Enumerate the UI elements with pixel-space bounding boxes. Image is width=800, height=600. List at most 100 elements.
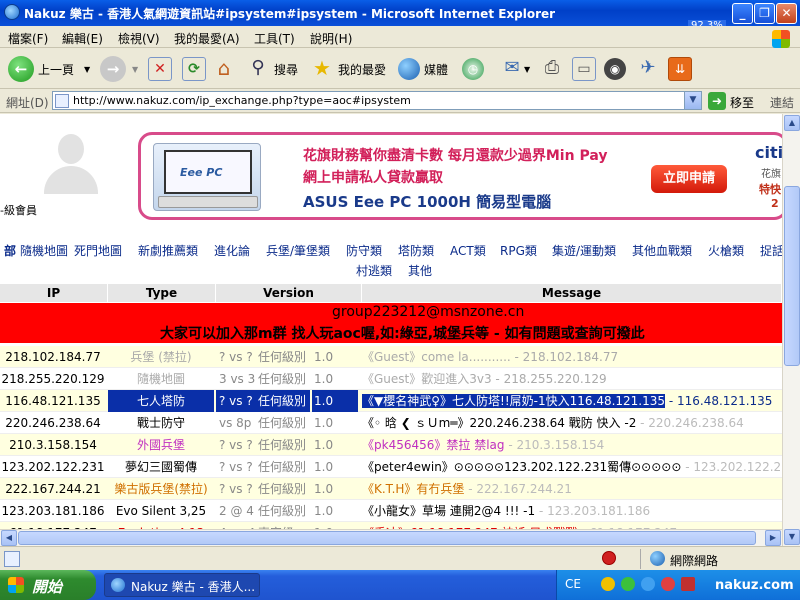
stop-button[interactable]: ✕	[148, 53, 172, 85]
address-input[interactable]: http://www.nakuz.com/ip_exchange.php?typ…	[52, 91, 702, 110]
menu-help[interactable]: 說明(H)	[310, 30, 352, 47]
scroll-up-icon[interactable]: ▲	[784, 115, 800, 131]
category-link[interactable]: 村逃類	[356, 262, 392, 279]
taskbar-window-button[interactable]: Nakuz 樂古 - 香港人...	[104, 573, 260, 597]
cell-message[interactable]: 《小龍女》草場 連開2@4 !!! -1 - 123.203.181.186	[362, 500, 782, 522]
go-button[interactable]: 移至	[730, 94, 754, 111]
table-row[interactable]: 123.203.181.186 Evo Silent 3,25 2 @ 4 任何級別 1…	[0, 500, 782, 522]
category-link[interactable]: 捉話	[760, 242, 782, 259]
tray-icon[interactable]	[621, 577, 635, 591]
table-row[interactable]: 218.255.220.129 隨機地圖 3 vs 3 任何級別 1.0 《Guest》歡…	[0, 368, 782, 390]
close-button[interactable]: ✕	[776, 3, 797, 24]
category-link[interactable]: 集遊/運動類	[552, 242, 616, 259]
menu-view[interactable]: 檢視(V)	[118, 30, 160, 47]
tray-icon[interactable]	[641, 577, 655, 591]
start-button[interactable]: 開始	[0, 570, 96, 600]
address-dropdown-icon[interactable]: ▼	[684, 92, 701, 109]
forward-button[interactable]: → ▼	[100, 53, 138, 85]
category-link[interactable]: 死門地圖	[74, 242, 122, 259]
title-bar[interactable]: Nakuz 樂古 - 香港人氣網遊資訊站#ipsystem#ipsystem -…	[0, 0, 800, 31]
category-link[interactable]: 部	[4, 242, 16, 259]
ad-banner[interactable]: Eee PC 花旗財務幫你盡清卡數 每月還款少過界Min Pay 網上申請私人貸…	[138, 132, 782, 220]
category-link[interactable]: 塔防類	[398, 242, 434, 259]
minimize-button[interactable]: _	[732, 3, 753, 24]
cell-message[interactable]: 《peter4ewin》⊙⊙⊙⊙⊙123.202.122.231蜀傳⊙⊙⊙⊙⊙ …	[362, 456, 782, 478]
col-header-type[interactable]: Type	[108, 284, 216, 302]
search-label: 搜尋	[274, 62, 299, 77]
category-link[interactable]: 兵堡/筆堡類	[266, 242, 330, 259]
category-link[interactable]: RPG類	[500, 242, 537, 259]
notice-email[interactable]: group223212@msnzone.cn	[332, 304, 524, 320]
edit-button[interactable]: ▭	[572, 53, 596, 85]
category-link[interactable]: 防守類	[346, 242, 382, 259]
category-link[interactable]: 火槍類	[708, 242, 744, 259]
table-row[interactable]: 123.202.122.231 夢幻三國蜀傳 ? vs ? 任何級別 1.0 《peter…	[0, 456, 782, 478]
messenger-button[interactable]: ✈	[636, 53, 660, 85]
search-button[interactable]: ⚲ 搜尋	[246, 53, 298, 85]
cell-ip: 218.102.184.77	[5, 350, 101, 364]
go-arrow-icon[interactable]: ➜	[708, 92, 726, 110]
stop-icon: ✕	[148, 57, 172, 81]
table-row[interactable]: 218.102.184.77 兵堡 (禁拉) ? vs ? 任何級別 1.0 《Guest…	[0, 346, 782, 368]
mail-dropdown-icon[interactable]: ▼	[524, 65, 530, 74]
home-button[interactable]: ⌂	[212, 53, 236, 85]
col-header-message[interactable]: Message	[362, 284, 782, 302]
category-link[interactable]: 新劇推薦類	[138, 242, 198, 259]
menu-favorites[interactable]: 我的最愛(A)	[174, 30, 240, 47]
tray-icon[interactable]	[661, 577, 675, 591]
cell-message[interactable]: 《Guest》come la........... - 218.102.184.…	[362, 346, 782, 368]
mail-button[interactable]: ✉ ▼	[500, 53, 530, 85]
category-link[interactable]: 進化論	[214, 242, 250, 259]
menu-tools[interactable]: 工具(T)	[254, 30, 295, 47]
forward-dropdown-icon[interactable]: ▼	[132, 65, 138, 74]
cell-type: 夢幻三國蜀傳	[124, 460, 197, 474]
scroll-down-icon[interactable]: ▼	[784, 529, 800, 545]
back-dropdown-icon[interactable]: ▼	[84, 65, 90, 74]
discuss-button[interactable]: ◉	[604, 53, 626, 85]
vertical-scrollbar[interactable]: ▲ ▼	[782, 114, 800, 546]
table-row[interactable]: 210.3.158.154 外國兵堡 ? vs ? 任何級別 1.0 《pk456456》…	[0, 434, 782, 456]
table-row[interactable]: 220.246.238.64 戰士防守 vs 8p 任何級別 1.0 《◦ 晗 ❮ ｓＵm…	[0, 412, 782, 434]
tray-icon[interactable]	[601, 577, 615, 591]
hscroll-thumb[interactable]	[18, 531, 756, 545]
addon-button[interactable]: ⇊	[668, 53, 692, 85]
media-button[interactable]: 媒體	[398, 53, 448, 85]
cell-level: 任何級別	[258, 460, 307, 474]
category-link[interactable]: 隨機地圖	[20, 242, 68, 259]
back-button[interactable]: ← 上一頁 ▼	[8, 53, 90, 85]
scroll-right-icon[interactable]: ▶	[765, 530, 781, 546]
category-link[interactable]: 其他	[408, 262, 432, 279]
table-row[interactable]: 116.48.121.135 七人塔防? vs ? 任何級別 1.0 《▼櫻名神武♀》七…	[0, 390, 782, 412]
scroll-thumb[interactable]	[784, 186, 800, 366]
address-url[interactable]: http://www.nakuz.com/ip_exchange.php?typ…	[73, 94, 411, 107]
category-link[interactable]: ACT類	[450, 242, 486, 259]
table-row[interactable]: 222.167.244.21 樂古版兵堡(禁拉) ? vs ? 任何級別 1.0 《K.T…	[0, 478, 782, 500]
history-button[interactable]: ◷	[462, 53, 484, 85]
print-button[interactable]: ⎙	[540, 53, 564, 85]
category-link[interactable]: 其他血戰類	[632, 242, 692, 259]
language-indicator[interactable]: CE	[565, 577, 581, 591]
cell-message[interactable]: 《Guest》歡迎進入3v3 - 218.255.220.129	[362, 368, 782, 390]
cell-message[interactable]: 《◦ 晗 ❮ ｓＵm═》220.246.238.64 戰防 快入 -2 - 22…	[362, 412, 782, 434]
scroll-left-icon[interactable]: ◀	[1, 530, 17, 546]
cell-players: ? vs ?	[219, 438, 253, 452]
popup-blocked-icon[interactable]	[602, 551, 616, 565]
col-header-ip[interactable]: IP	[0, 284, 108, 302]
menu-file[interactable]: 檔案(F)	[8, 30, 48, 47]
menu-edit[interactable]: 編輯(E)	[62, 30, 103, 47]
cell-message[interactable]: 《▼櫻名神武♀》七人防塔!!屌奶-1快入116.48.121.135 - 116…	[362, 390, 782, 412]
apply-now-button[interactable]: 立即申請	[651, 165, 727, 193]
cell-version: 1.0	[314, 350, 334, 364]
col-header-version[interactable]: Version	[216, 284, 362, 302]
favorites-button[interactable]: ★ 我的最愛	[310, 53, 386, 85]
refresh-button[interactable]: ⟳	[182, 53, 206, 85]
cell-message[interactable]: 《K.T.H》有冇兵堡 - 222.167.244.21	[362, 478, 782, 500]
message-text: 《Guest》come la........... - 218.102.184.…	[362, 350, 619, 364]
cell-message[interactable]: 《pk456456》禁拉 禁lag - 210.3.158.154	[362, 434, 782, 456]
cell-level: 任何級別	[258, 350, 307, 364]
cell-type: 外國兵堡	[136, 438, 185, 452]
horizontal-scrollbar[interactable]: ◀ ▶	[0, 529, 782, 546]
tray-icon[interactable]	[681, 577, 695, 591]
links-button[interactable]: 連結	[770, 94, 794, 111]
maximize-button[interactable]: ❐	[754, 3, 775, 24]
